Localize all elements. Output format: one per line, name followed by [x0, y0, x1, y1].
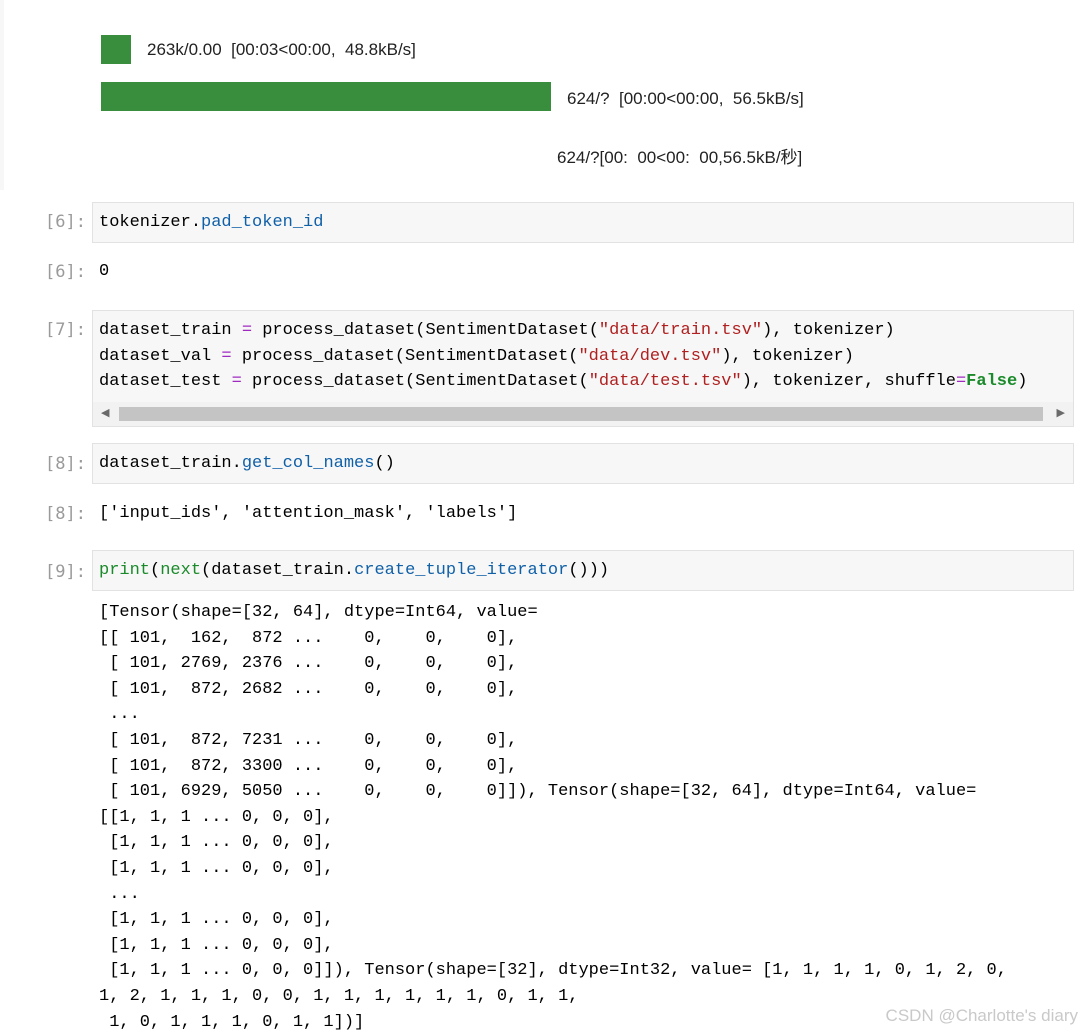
code-token: pad_token_id	[201, 213, 324, 232]
code-token: tokenizer.	[99, 213, 202, 232]
cell-output-8: ['input_ids', 'attention_mask', 'labels'…	[99, 504, 518, 523]
code-token: dataset_val	[99, 346, 212, 366]
horizontal-scrollbar[interactable]: ◀ ▶	[93, 402, 1073, 426]
code-token: ()	[374, 454, 395, 473]
code-token: next	[160, 561, 202, 580]
code-token: (	[150, 561, 161, 580]
code-token: process_dataset(SentimentDataset(	[241, 346, 579, 366]
code-cell-9[interactable]: print(next(dataset_train.create_tuple_it…	[92, 550, 1074, 591]
code-token: ()))	[568, 561, 610, 580]
code-token: =	[955, 372, 967, 391]
progress-bar-1	[101, 35, 131, 64]
input-prompt: [7]:	[45, 320, 86, 340]
input-prompt: [6]:	[45, 212, 86, 232]
code-token: "data/test.tsv"	[588, 372, 742, 391]
output-prompt: [8]:	[45, 504, 86, 524]
code-token: "data/train.tsv"	[598, 321, 763, 340]
scrollbar-thumb[interactable]	[119, 407, 1043, 421]
watermark: CSDN @Charlotte's diary	[885, 1006, 1078, 1025]
code-cell-7[interactable]: dataset_train = process_dataset(Sentimen…	[92, 310, 1074, 427]
code-token: get_col_names	[241, 454, 375, 473]
code-token: print	[99, 561, 151, 580]
code-token: =	[241, 321, 253, 340]
progress-text-1: 263k/0.00 [00:03<00:00, 48.8kB/s]	[147, 40, 416, 59]
code-token: create_tuple_iterator	[354, 561, 569, 580]
output-area-strip	[0, 0, 4, 190]
output-prompt: [6]:	[45, 262, 86, 282]
code-token: =	[231, 372, 242, 391]
code-token: dataset_train	[99, 321, 232, 340]
code-token: process_dataset(SentimentDataset(	[252, 372, 589, 391]
code-cell-8[interactable]: dataset_train.get_col_names()	[92, 443, 1074, 484]
code-token: ), tokenizer)	[762, 321, 895, 340]
progress-text-2: 624/? [00:00<00:00, 56.5kB/s]	[567, 89, 804, 108]
code-token: process_dataset(SentimentDataset(	[262, 321, 599, 340]
scroll-right-arrow-icon[interactable]: ▶	[1057, 406, 1065, 419]
input-prompt: [8]:	[45, 454, 86, 474]
code-token: "data/dev.tsv"	[578, 346, 722, 366]
code-cell-6[interactable]: tokenizer.pad_token_id	[92, 202, 1074, 243]
code-token: ), tokenizer)	[721, 346, 854, 366]
progress-bar-2	[101, 82, 551, 111]
code-token: dataset_test	[99, 372, 222, 391]
code-token: ), tokenizer, shuffle	[741, 372, 956, 391]
code-token: False	[966, 372, 1018, 391]
code-token: =	[221, 346, 232, 366]
translated-progress-text: 624/?[00: 00<00: 00,56.5kB/秒]	[557, 148, 803, 167]
scroll-left-arrow-icon[interactable]: ◀	[101, 406, 109, 419]
code-token: )	[1017, 372, 1028, 391]
cell-output-9: [Tensor(shape=[32, 64], dtype=Int64, val…	[99, 603, 1007, 1032]
code-token: dataset_train.	[99, 454, 242, 473]
input-prompt: [9]:	[45, 562, 86, 582]
cell-output-6: 0	[99, 262, 110, 281]
code-token: (dataset_train.	[201, 561, 355, 580]
